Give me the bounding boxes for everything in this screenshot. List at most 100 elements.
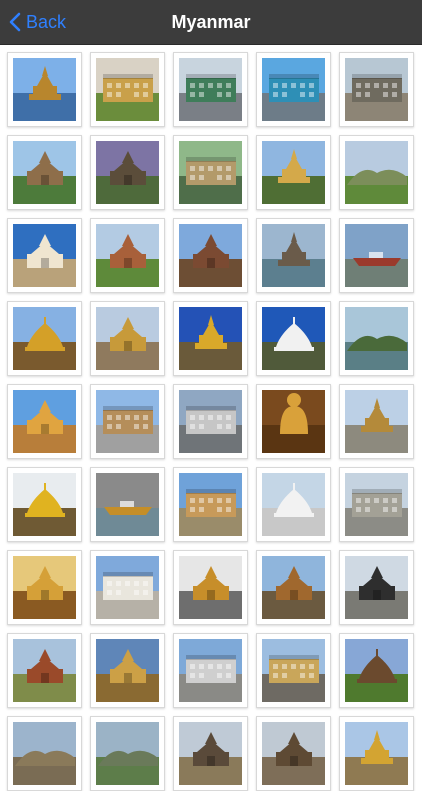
photo-image [13, 307, 76, 370]
photo-thumbnail[interactable] [173, 384, 248, 459]
photo-thumbnail[interactable] [339, 633, 414, 708]
photo-thumbnail[interactable] [90, 52, 165, 127]
photo-thumbnail[interactable] [339, 384, 414, 459]
photo-thumbnail[interactable] [90, 301, 165, 376]
photo-image [96, 58, 159, 121]
photo-image [13, 58, 76, 121]
photo-thumbnail[interactable] [339, 467, 414, 542]
photo-thumbnail[interactable] [90, 716, 165, 791]
photo-thumbnail[interactable] [7, 467, 82, 542]
photo-grid [7, 52, 419, 791]
photo-image [179, 390, 242, 453]
photo-thumbnail[interactable] [90, 218, 165, 293]
photo-thumbnail[interactable] [90, 384, 165, 459]
photo-image [179, 556, 242, 619]
photo-thumbnail[interactable] [7, 301, 82, 376]
temple-icon [270, 732, 318, 771]
building-icon [102, 406, 153, 439]
pagoda-icon [274, 149, 314, 190]
photo-thumbnail[interactable] [173, 467, 248, 542]
photo-image [345, 307, 408, 370]
photo-thumbnail[interactable] [339, 218, 414, 293]
temple-icon [353, 566, 401, 605]
photo-thumbnail[interactable] [339, 301, 414, 376]
photo-image [345, 722, 408, 785]
photo-thumbnail[interactable] [256, 716, 331, 791]
photo-thumbnail[interactable] [339, 550, 414, 625]
photo-thumbnail[interactable] [173, 716, 248, 791]
photo-thumbnail[interactable] [7, 135, 82, 210]
photo-image [13, 722, 76, 785]
photo-image [345, 556, 408, 619]
photo-image [345, 473, 408, 536]
stupa-icon [23, 483, 67, 522]
photo-image [96, 556, 159, 619]
photo-thumbnail[interactable] [90, 550, 165, 625]
stupa-icon [272, 483, 316, 522]
photo-image [179, 224, 242, 287]
photo-image [13, 556, 76, 619]
photo-image [345, 390, 408, 453]
photo-thumbnail[interactable] [256, 301, 331, 376]
photo-thumbnail[interactable] [256, 467, 331, 542]
photo-thumbnail[interactable] [256, 135, 331, 210]
photo-thumbnail[interactable] [256, 218, 331, 293]
building-icon [102, 572, 153, 605]
photo-thumbnail[interactable] [173, 301, 248, 376]
photo-image [13, 224, 76, 287]
photo-thumbnail[interactable] [173, 633, 248, 708]
hill-icon [97, 744, 158, 771]
temple-icon [21, 649, 69, 688]
photo-image [262, 307, 325, 370]
photo-image [262, 722, 325, 785]
photo-image [262, 639, 325, 702]
hill-icon [346, 163, 407, 190]
photo-image [96, 722, 159, 785]
temple-icon [104, 649, 152, 688]
photo-image [13, 141, 76, 204]
photo-thumbnail[interactable] [7, 550, 82, 625]
photo-thumbnail[interactable] [256, 550, 331, 625]
photo-image [179, 722, 242, 785]
photo-image [13, 473, 76, 536]
temple-icon [270, 566, 318, 605]
photo-thumbnail[interactable] [173, 52, 248, 127]
photo-image [96, 639, 159, 702]
photo-thumbnail[interactable] [90, 467, 165, 542]
photo-thumbnail[interactable] [256, 384, 331, 459]
photo-thumbnail[interactable] [90, 135, 165, 210]
photo-image [13, 390, 76, 453]
building-icon [185, 157, 236, 190]
photo-thumbnail[interactable] [7, 384, 82, 459]
photo-thumbnail[interactable] [7, 52, 82, 127]
photo-thumbnail[interactable] [173, 135, 248, 210]
building-icon [268, 74, 319, 107]
photo-thumbnail[interactable] [256, 52, 331, 127]
building-icon [185, 406, 236, 439]
photo-image [96, 307, 159, 370]
photo-thumbnail[interactable] [339, 135, 414, 210]
photo-image [262, 390, 325, 453]
photo-image [345, 639, 408, 702]
photo-image [262, 473, 325, 536]
pagoda-icon [357, 730, 397, 771]
photo-thumbnail[interactable] [90, 633, 165, 708]
building-icon [185, 74, 236, 107]
pagoda-icon [274, 232, 314, 273]
temple-icon [187, 234, 235, 273]
temple-icon [21, 566, 69, 605]
photo-image [262, 141, 325, 204]
photo-thumbnail[interactable] [173, 550, 248, 625]
photo-thumbnail[interactable] [7, 633, 82, 708]
boat-icon [102, 501, 154, 522]
photo-image [96, 141, 159, 204]
photo-thumbnail[interactable] [7, 716, 82, 791]
photo-thumbnail[interactable] [339, 52, 414, 127]
photo-thumbnail[interactable] [173, 218, 248, 293]
photo-image [96, 390, 159, 453]
temple-icon [104, 317, 152, 356]
photo-image [262, 58, 325, 121]
photo-thumbnail[interactable] [339, 716, 414, 791]
photo-thumbnail[interactable] [256, 633, 331, 708]
photo-thumbnail[interactable] [7, 218, 82, 293]
